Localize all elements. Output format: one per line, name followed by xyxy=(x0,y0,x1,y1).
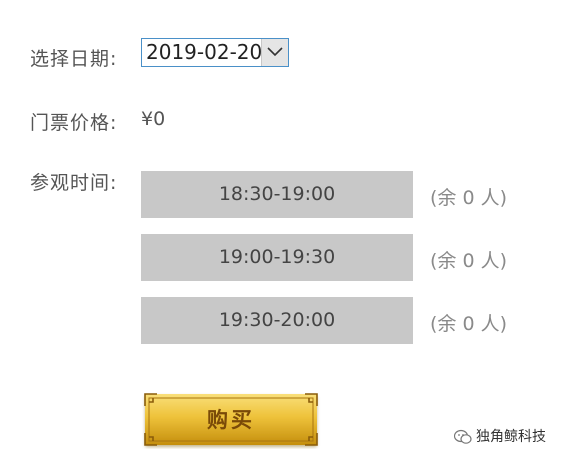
time-slot-button[interactable]: 19:30-20:00 xyxy=(141,297,413,344)
buy-button[interactable]: 购买 xyxy=(141,391,321,449)
dropdown-button[interactable] xyxy=(261,39,288,66)
buy-button-label: 购买 xyxy=(207,407,255,432)
price-label: 门票价格: xyxy=(30,112,118,134)
remaining-count: (余 0 人) xyxy=(430,187,507,209)
time-slot-button[interactable]: 19:00-19:30 xyxy=(141,234,413,281)
time-slot-button[interactable]: 18:30-19:00 xyxy=(141,171,413,218)
date-select[interactable]: 2019-02-20 xyxy=(141,38,289,67)
wechat-icon xyxy=(454,429,472,444)
watermark-text: 独角鲸科技 xyxy=(476,429,546,445)
chevron-down-icon xyxy=(267,47,283,57)
remaining-count: (余 0 人) xyxy=(430,250,507,272)
date-label: 选择日期: xyxy=(30,48,118,70)
remaining-count: (余 0 人) xyxy=(430,313,507,335)
date-select-value: 2019-02-20 xyxy=(146,40,263,64)
time-label: 参观时间: xyxy=(30,172,118,194)
price-value: ¥0 xyxy=(141,108,166,130)
